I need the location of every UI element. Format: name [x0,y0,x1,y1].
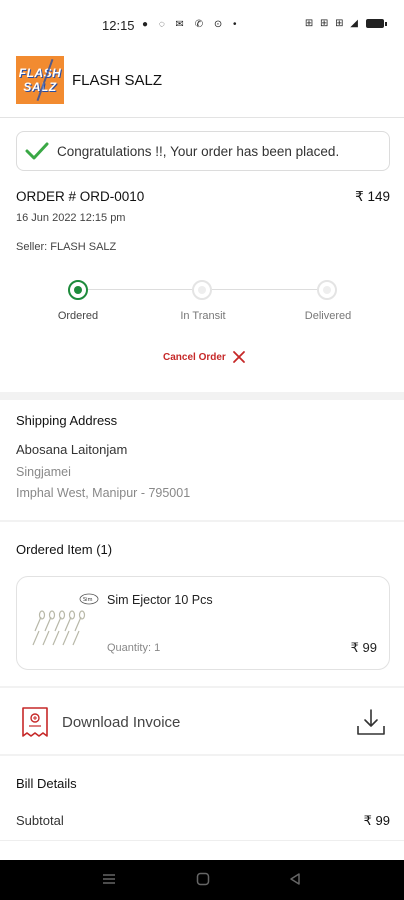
seller-name: Seller: FLASH SALZ [16,241,117,253]
tracker-line [212,289,318,290]
subtotal-value: ₹ 99 [363,813,390,828]
status-bar: 12:15 ● ◌ ✉ ✆ ⊙ • ⊞ ⊞ ⊞ ◢ [0,0,404,40]
item-name: Sim Ejector 10 Pcs [107,593,213,607]
list-item[interactable]: Sim Sim Ejector 10 Pcs Quantity: 1 ₹ 99 [16,576,390,670]
ordered-items-title: Ordered Item (1) [16,542,113,557]
svg-text:Sim: Sim [83,597,93,603]
divider [0,840,404,841]
bill-details-title: Bill Details [16,776,77,791]
signal-icon: ⊞ ⊞ ⊞ ◢ [304,18,360,29]
success-message: Congratulations !!, Your order has been … [57,143,340,159]
order-total: ₹ 149 [355,189,390,204]
home-icon[interactable] [196,872,210,886]
order-summary-card: Congratulations !!, Your order has been … [0,118,404,392]
battery-icon [366,19,387,28]
recipient-name: Abosana Laitonjam [16,442,128,457]
menu-icon[interactable] [102,872,116,886]
invoice-icon [22,707,48,737]
bill-details-card: Bill Details Subtotal ₹ 99 [0,756,404,860]
store-header: FLASH SALZ FLASH SALZ [0,40,404,118]
order-date: 16 Jun 2022 12:15 pm [16,212,126,224]
step-delivered-label: Delivered [304,310,352,322]
item-price: ₹ 99 [350,640,377,655]
store-logo: FLASH SALZ [16,56,64,104]
shipping-address-card: Shipping Address Abosana Laitonjam Singj… [0,400,404,520]
status-time: 12:15 [102,18,135,33]
tracker-line [88,289,194,290]
back-icon[interactable] [288,872,302,886]
step-ordered-dot [68,280,88,300]
order-success-banner: Congratulations !!, Your order has been … [16,131,390,171]
step-ordered-label: Ordered [57,310,99,322]
system-navigation-bar [0,860,404,900]
download-invoice-row[interactable]: Download Invoice [0,688,404,754]
store-name: FLASH SALZ [72,72,163,89]
ordered-items-card: Ordered Item (1) Sim Sim Ejector 10 Pcs … [0,522,404,686]
address-line-1: Singjamei [16,465,71,479]
cancel-order-label: Cancel Order [163,351,226,363]
cancel-order-button[interactable]: Cancel Order [163,350,246,364]
order-number: ORDER # ORD-0010 [16,189,145,204]
system-icons: ⊞ ⊞ ⊞ ◢ [304,18,387,29]
shipping-title: Shipping Address [16,413,118,428]
step-delivered-dot [317,280,337,300]
download-invoice-label: Download Invoice [62,714,181,731]
notification-icons: ● ◌ ✉ ✆ ⊙ • [142,19,241,30]
subtotal-label: Subtotal [16,813,64,828]
product-image: Sim [32,593,99,646]
item-quantity: Quantity: 1 [107,642,161,654]
download-icon[interactable] [356,708,386,736]
step-in-transit-dot [192,280,212,300]
check-icon [25,142,49,160]
close-icon [232,351,245,363]
address-line-2: Imphal West, Manipur - 795001 [16,486,191,500]
step-in-transit-label: In Transit [180,310,226,322]
